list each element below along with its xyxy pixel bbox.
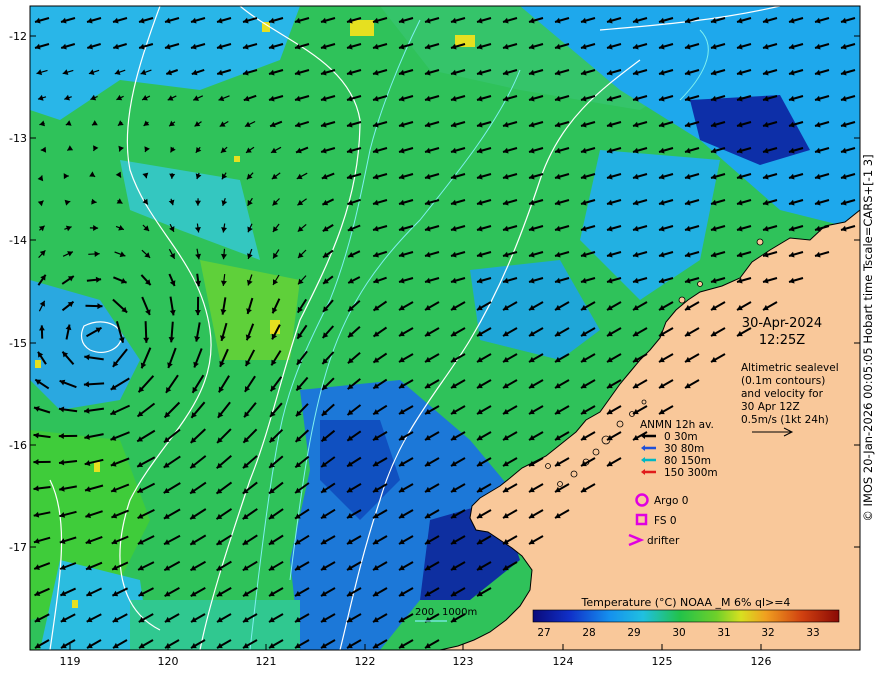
side-caption: © IMOS 20-Jan-2026 00:05:05 Hobart time … bbox=[861, 154, 875, 522]
colorbar-tick-29: 29 bbox=[627, 627, 640, 639]
colorbar-tick-31: 31 bbox=[717, 627, 730, 639]
lat-tick-17: -17 bbox=[9, 541, 27, 554]
colorbar-tick-28: 28 bbox=[582, 627, 595, 639]
lon-tick-125: 125 bbox=[652, 655, 673, 668]
legend-title: ANMN 12h av. bbox=[640, 419, 714, 431]
bathy-label-1000: 1000m bbox=[442, 607, 477, 618]
lat-tick-12: -12 bbox=[9, 30, 27, 43]
drifter-label: drifter bbox=[647, 535, 680, 547]
colorbar-tick-30: 30 bbox=[672, 627, 685, 639]
argo-label: Argo 0 bbox=[654, 495, 688, 507]
colorbar-tick-27: 27 bbox=[537, 627, 550, 639]
info-line-4: 30 Apr 12Z bbox=[741, 401, 800, 413]
timestamp-date: 30-Apr-2024 bbox=[742, 316, 822, 331]
timestamp-time: 12:25Z bbox=[759, 333, 805, 348]
legend-label-30-80m: 30 80m bbox=[664, 443, 704, 455]
sst-map bbox=[30, 6, 860, 650]
lon-tick-124: 124 bbox=[553, 655, 574, 668]
lon-tick-122: 122 bbox=[355, 655, 376, 668]
colorbar-tick-32: 32 bbox=[761, 627, 774, 639]
lon-tick-119: 119 bbox=[60, 655, 81, 668]
bathy-label-200: 200 bbox=[415, 607, 434, 618]
lon-tick-120: 120 bbox=[158, 655, 179, 668]
lat-tick-15: -15 bbox=[9, 337, 27, 350]
info-line-2: (0.1m contours) bbox=[741, 375, 825, 387]
lon-tick-121: 121 bbox=[256, 655, 277, 668]
colorbar-tick-33: 33 bbox=[806, 627, 819, 639]
colorbar-title: Temperature (°C) NOAA _M 6% ql>=4 bbox=[581, 596, 791, 609]
legend-label-150-300m: 150 300m bbox=[664, 467, 718, 479]
info-line-3: and velocity for bbox=[741, 388, 824, 400]
info-line-1: Altimetric sealevel bbox=[741, 362, 839, 374]
lon-tick-123: 123 bbox=[453, 655, 474, 668]
info-line-5: 0.5m/s (1kt 24h) bbox=[741, 414, 829, 426]
lon-tick-126: 126 bbox=[751, 655, 772, 668]
fs-label: FS 0 bbox=[654, 515, 677, 527]
legend-label-0-30m: 0 30m bbox=[664, 431, 698, 443]
legend-label-80-150m: 80 150m bbox=[664, 455, 711, 467]
lat-tick-13: -13 bbox=[9, 132, 27, 145]
lat-tick-14: -14 bbox=[9, 234, 27, 247]
lat-tick-16: -16 bbox=[9, 439, 27, 452]
